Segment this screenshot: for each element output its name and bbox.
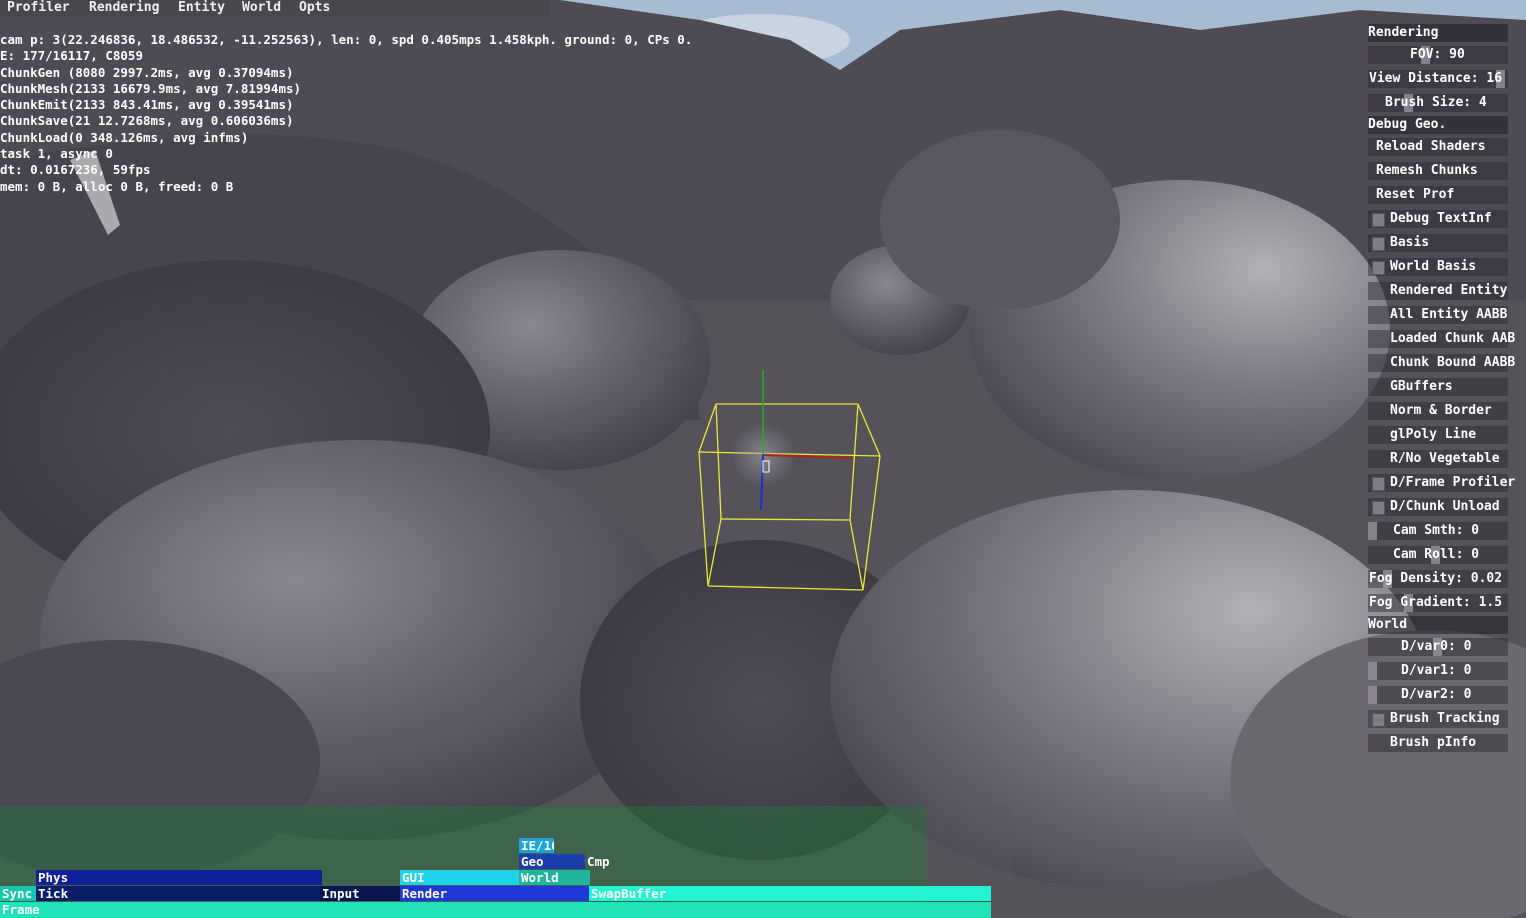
profiler-ie16-bar: IE/16 xyxy=(519,838,554,853)
profiler-tick-bar: Tick xyxy=(36,886,322,901)
profiler-gui-bar: GUI xyxy=(400,870,520,885)
menu-opts[interactable]: Opts xyxy=(299,0,330,16)
checkbox-icon[interactable] xyxy=(1372,213,1385,227)
menu-bar: Profiler Rendering Entity World Opts xyxy=(0,0,550,16)
debug-task-line: task 1, async 0 xyxy=(0,146,113,162)
cam-smooth-slider[interactable]: Cam Smth: 0 xyxy=(1368,522,1508,540)
section-debug-geo-header[interactable]: Debug Geo. xyxy=(1368,116,1508,134)
frame-profiler-checkbox[interactable]: D/Frame Profiler xyxy=(1368,474,1515,492)
gbuffers-checkbox[interactable]: GBuffers xyxy=(1368,378,1508,396)
all-entity-aabb-checkbox[interactable]: All Entity AABB xyxy=(1368,306,1508,324)
norm-border-checkbox[interactable]: Norm & Border xyxy=(1368,402,1508,420)
brush-tracking-checkbox[interactable]: Brush Tracking xyxy=(1368,710,1508,728)
debug-chunkgen-line: ChunkGen (8080 2997.2ms, avg 0.37094ms) xyxy=(0,64,294,80)
debug-info-overlay: cam p: 3(22.246836, 18.486532, -11.25256… xyxy=(0,32,692,195)
chunk-unload-checkbox[interactable]: D/Chunk Unload xyxy=(1368,498,1508,516)
loaded-chunk-aabb-checkbox[interactable]: Loaded Chunk AAB xyxy=(1368,330,1515,348)
debug-chunksave-line: ChunkSave(21 12.7268ms, avg 0.606036ms) xyxy=(0,113,294,129)
dvar0-slider[interactable]: D/var0: 0 xyxy=(1368,638,1508,656)
menu-rendering[interactable]: Rendering xyxy=(89,0,159,16)
terrain-blob xyxy=(880,130,1120,310)
profiler-sync-bar: Sync xyxy=(0,886,36,901)
profiler-input-bar: Input xyxy=(320,886,402,901)
profiler-background-right xyxy=(926,806,1012,894)
glpoly-line-checkbox[interactable]: glPoly Line xyxy=(1368,426,1508,444)
checkbox-icon[interactable] xyxy=(1372,713,1385,727)
no-vegetable-checkbox[interactable]: R/No Vegetable xyxy=(1368,450,1508,468)
world-basis-checkbox[interactable]: World Basis xyxy=(1368,258,1508,276)
section-world-header[interactable]: World xyxy=(1368,616,1508,634)
debug-mem-line: mem: 0 B, alloc 0 B, freed: 0 B xyxy=(0,178,234,194)
brush-pinfo-checkbox[interactable]: Brush pInfo xyxy=(1368,734,1508,752)
debug-textinf-checkbox[interactable]: Debug TextInf xyxy=(1368,210,1508,228)
checkbox-icon[interactable] xyxy=(1372,237,1385,251)
profiler-world-bar: World xyxy=(519,870,590,885)
fog-density-slider[interactable]: Fog Density: 0.02 xyxy=(1368,570,1508,588)
profiler-geo-bar: Geo xyxy=(519,854,585,869)
checkbox-icon[interactable] xyxy=(1372,477,1385,491)
fog-gradient-slider[interactable]: Fog Gradient: 1.5 xyxy=(1368,594,1508,612)
checkbox-icon[interactable] xyxy=(1372,261,1385,275)
profiler-cmp-label: Cmp xyxy=(587,854,610,869)
debug-chunkload-line: ChunkLoad(0 348.126ms, avg infms) xyxy=(0,129,249,145)
profiler-render-bar: Render xyxy=(400,886,590,901)
profiler-phys-bar: Phys xyxy=(36,870,322,885)
frame-profiler: IE/16 Geo Cmp Phys GUI World Sync Tick I… xyxy=(0,806,1526,918)
debug-entity-line: E: 177/16117, C8059 xyxy=(0,48,143,64)
basis-checkbox[interactable]: Basis xyxy=(1368,234,1508,252)
debug-chunkemit-line: ChunkEmit(2133 843.41ms, avg 0.39541ms) xyxy=(0,97,294,113)
remesh-chunks-button[interactable]: Remesh Chunks xyxy=(1368,162,1508,180)
menu-profiler[interactable]: Profiler xyxy=(7,0,70,16)
reload-shaders-button[interactable]: Reload Shaders xyxy=(1368,138,1508,156)
debug-camera-line: cam p: 3(22.246836, 18.486532, -11.25256… xyxy=(0,32,693,47)
checkbox-icon[interactable] xyxy=(1372,501,1385,515)
reset-prof-button[interactable]: Reset Prof xyxy=(1368,186,1508,204)
cam-roll-slider[interactable]: Cam Roll: 0 xyxy=(1368,546,1508,564)
profiler-frame-bar: Frame xyxy=(0,902,991,918)
menu-world[interactable]: World xyxy=(242,0,281,16)
rendered-entity-checkbox[interactable]: Rendered Entity xyxy=(1368,282,1508,300)
debug-dt-line: dt: 0.0167236, 59fps xyxy=(0,162,151,178)
profiler-swapbuffer-bar: SwapBuffer xyxy=(589,886,991,901)
fov-slider[interactable]: FOV: 90 xyxy=(1368,46,1508,64)
brush-size-slider[interactable]: Brush Size: 4 xyxy=(1368,94,1508,112)
dvar2-slider[interactable]: D/var2: 0 xyxy=(1368,686,1508,704)
dvar1-slider[interactable]: D/var1: 0 xyxy=(1368,662,1508,680)
view-distance-slider[interactable]: View Distance: 16 xyxy=(1368,70,1508,88)
section-rendering-header[interactable]: Rendering xyxy=(1368,24,1508,42)
menu-entity[interactable]: Entity xyxy=(178,0,225,16)
debug-chunkmesh-line: ChunkMesh(2133 16679.9ms, avg 7.81994ms) xyxy=(0,80,302,96)
chunk-bound-aabb-checkbox[interactable]: Chunk Bound AABB xyxy=(1368,354,1515,372)
